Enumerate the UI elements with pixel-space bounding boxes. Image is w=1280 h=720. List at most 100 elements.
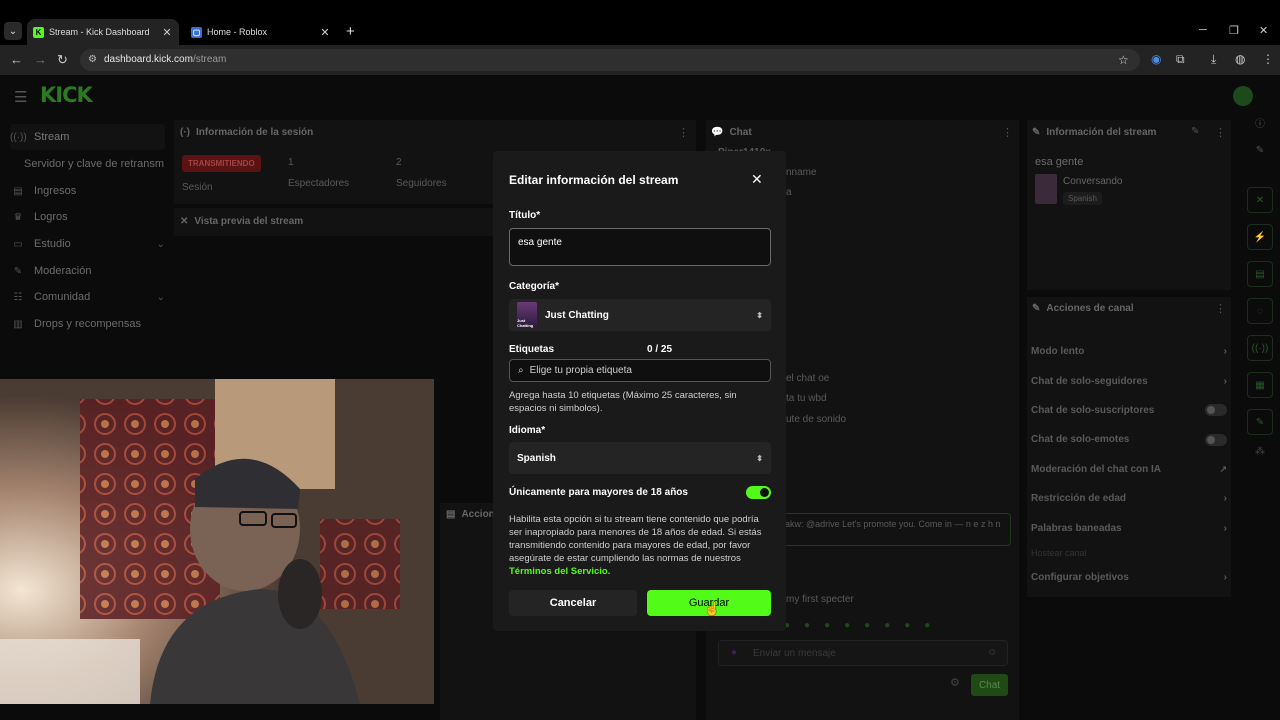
chat-settings-icon[interactable]: ⚙: [950, 676, 960, 689]
sidebar-item-label: Drops y recompensas: [34, 318, 141, 330]
tab-title: Home - Roblox: [207, 27, 268, 37]
chevron-down-icon: ⌄: [156, 238, 165, 250]
browser-tab-bar: ⌄ K Stream - Kick Dashboard ✕ ▢ Home - R…: [0, 0, 1280, 45]
sidebar-item-label: Comunidad: [34, 291, 91, 303]
tags-placeholder: Elige tu propia etiqueta: [529, 365, 632, 376]
sidebar-item-logros[interactable]: ♛ Logros: [10, 204, 165, 230]
action-label: Chat de solo-seguidores: [1031, 375, 1148, 387]
action-label: Palabras baneadas: [1031, 522, 1122, 534]
sidebar-item-server-key[interactable]: Servidor y clave de retransm: [24, 151, 174, 177]
rail-lightning-icon[interactable]: ⚡: [1247, 224, 1273, 250]
channel-actions-title-row: ✎ Acciones de canal: [1032, 303, 1134, 314]
kick-favicon-icon: K: [33, 26, 44, 38]
reload-icon[interactable]: ↻: [57, 52, 68, 68]
forward-icon[interactable]: →: [34, 52, 47, 67]
extensions-puzzle-icon[interactable]: ⧉: [1176, 52, 1185, 67]
session-info-header: (·) Información de la sesión: [180, 127, 313, 138]
sidebar-item-ingresos[interactable]: ▤ Ingresos: [10, 178, 165, 204]
select-arrows-icon: ⬍: [756, 453, 763, 463]
emotes-only-toggle[interactable]: [1205, 433, 1227, 446]
money-icon: ▤: [13, 185, 23, 197]
mature-toggle[interactable]: [746, 486, 771, 499]
close-window-icon[interactable]: ✕: [1259, 24, 1268, 37]
tab-title: Stream - Kick Dashboard: [49, 27, 150, 37]
title-field[interactable]: esa gente: [509, 228, 771, 266]
edit-pencil-icon[interactable]: ✎: [1191, 126, 1199, 137]
minimize-icon[interactable]: ─: [1199, 24, 1207, 36]
chevron-right-icon: ›: [1223, 522, 1227, 534]
subscribers-only-toggle[interactable]: [1205, 404, 1227, 417]
action-age-restriction[interactable]: Restricción de edad ›: [1031, 484, 1227, 513]
sidebar-item-moderacion[interactable]: ✎ Moderación: [10, 258, 165, 284]
action-followers-only[interactable]: Chat de solo-seguidores ›: [1031, 366, 1227, 395]
close-tab-icon[interactable]: ✕: [161, 26, 173, 39]
chat-title-row: 💬 Chat: [711, 127, 752, 138]
new-tab-icon[interactable]: +: [346, 23, 355, 40]
sidebar-item-comunidad[interactable]: ☷ Comunidad ⌄: [10, 284, 165, 310]
followers-count: 2: [396, 157, 402, 168]
action-label: Chat de solo-suscriptores: [1031, 404, 1155, 416]
tab-roblox[interactable]: ▢ Home - Roblox ✕: [185, 19, 337, 45]
edit-icon[interactable]: ✎: [1240, 145, 1280, 187]
sidebar-item-stream[interactable]: ((·)) Stream: [10, 124, 165, 150]
rail-broadcast-icon[interactable]: ((·)): [1247, 335, 1273, 361]
sidebar-item-label: Logros: [34, 211, 68, 223]
avatar[interactable]: [1233, 86, 1253, 106]
chevron-down-icon: ⌄: [156, 291, 165, 303]
rail-apps-icon[interactable]: ⁂: [1240, 446, 1280, 470]
rail-grid-icon[interactable]: ▦: [1247, 372, 1273, 398]
rail-wrench-icon[interactable]: ✎: [1247, 409, 1273, 435]
sidebar-item-drops[interactable]: ▥ Drops y recompensas: [10, 311, 165, 337]
emote-bar[interactable]: ●●●●●●●●: [784, 620, 944, 631]
back-icon[interactable]: ←: [10, 52, 23, 67]
browser-menu-icon[interactable]: ⋮: [1262, 52, 1274, 66]
url-field[interactable]: ⚙ dashboard.kick.com/stream ☆: [80, 49, 1140, 71]
extension-icon[interactable]: ◉: [1151, 52, 1161, 66]
action-host-channel[interactable]: Hostear canal: [1031, 543, 1227, 563]
tab-kick-dashboard[interactable]: K Stream - Kick Dashboard ✕: [27, 19, 179, 45]
stream-title: esa gente: [1035, 156, 1084, 168]
bookmark-star-icon[interactable]: ☆: [1118, 49, 1129, 71]
send-chat-button[interactable]: Chat: [971, 674, 1008, 696]
more-options-icon[interactable]: ⋮: [678, 126, 689, 139]
info-icon[interactable]: ⓘ: [1240, 115, 1280, 145]
download-icon[interactable]: ⤓: [1211, 52, 1216, 67]
category-thumbnail-text: Just Chatting: [517, 318, 534, 328]
sidebar-item-estudio[interactable]: ▭ Estudio ⌄: [10, 231, 165, 257]
category-select[interactable]: Just Chatting Just Chatting ⬍: [509, 299, 771, 331]
action-ai-moderation[interactable]: Moderación del chat con IA ↗: [1031, 455, 1227, 484]
rail-chat-icon[interactable]: ◌: [1247, 298, 1273, 324]
menu-icon[interactable]: ☰: [14, 88, 27, 106]
terms-link[interactable]: Términos del Servicio.: [509, 566, 610, 577]
kick-logo[interactable]: KICK: [40, 83, 93, 107]
tab-search-button[interactable]: ⌄: [4, 22, 22, 40]
action-emotes-only[interactable]: Chat de solo-emotes: [1031, 425, 1227, 454]
rail-close-icon[interactable]: ✕: [1247, 187, 1273, 213]
action-slow-mode[interactable]: Modo lento ›: [1031, 337, 1227, 366]
emoji-icon[interactable]: ☺: [987, 647, 997, 658]
drops-icon: ▥: [13, 318, 23, 330]
more-options-icon[interactable]: ⋮: [1002, 126, 1013, 139]
profile-icon[interactable]: ◍: [1235, 52, 1245, 66]
close-tab-icon[interactable]: ✕: [319, 26, 331, 39]
language-select[interactable]: Spanish ⬍: [509, 442, 771, 474]
tags-input[interactable]: ⌕ Elige tu propia etiqueta: [509, 359, 771, 382]
more-options-icon[interactable]: ⋮: [1215, 302, 1226, 315]
edit-stream-info-modal: Editar información del stream ✕ Título* …: [493, 151, 786, 631]
action-label: Chat de solo-emotes: [1031, 434, 1130, 446]
maximize-icon[interactable]: ❐: [1229, 24, 1239, 37]
close-icon[interactable]: ✕: [751, 171, 763, 188]
category-value: Just Chatting: [545, 309, 609, 321]
chat-input[interactable]: ● Enviar un mensaje ☺: [718, 640, 1008, 666]
right-rail: ⓘ ✎ ✕ ⚡ ▤ ◌ ((·)) ▦ ✎ ⁂: [1240, 115, 1280, 470]
cancel-button[interactable]: Cancelar: [509, 590, 637, 616]
sidebar-item-label: Estudio: [34, 238, 71, 250]
more-options-icon[interactable]: ⋮: [1215, 126, 1226, 139]
action-banned-words[interactable]: Palabras baneadas ›: [1031, 513, 1227, 542]
site-info-icon[interactable]: ⚙: [88, 49, 97, 71]
panel-title: Información del stream: [1046, 127, 1157, 138]
action-configure-goals[interactable]: Configurar objetivos ›: [1031, 563, 1227, 592]
rail-list-icon[interactable]: ▤: [1247, 261, 1273, 287]
emote-picker-icon[interactable]: ●: [731, 647, 737, 658]
action-subscribers-only[interactable]: Chat de solo-suscriptores: [1031, 396, 1227, 425]
